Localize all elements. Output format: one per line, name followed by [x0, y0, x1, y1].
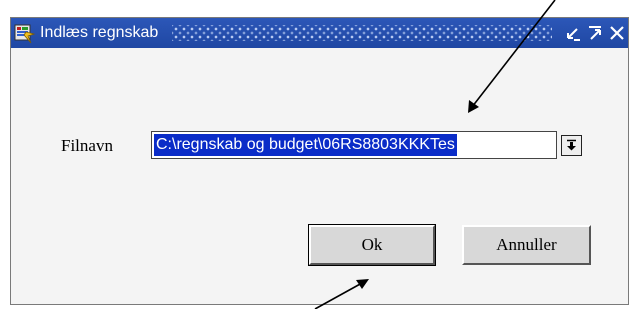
maximize-icon[interactable] — [584, 22, 606, 44]
window-title: Indlæs regnskab — [40, 24, 159, 41]
cancel-button[interactable]: Annuller — [462, 225, 591, 265]
filename-value[interactable]: C:\regnskab og budget\06RS8803KKKTes — [154, 134, 457, 156]
dropdown-arrow-icon[interactable] — [561, 135, 582, 156]
filename-label: Filnavn — [61, 136, 113, 155]
title-bar[interactable]: Indlæs regnskab — [11, 18, 628, 48]
dialog-window: Indlæs regnskab Filnavn C:\regnskab og b… — [10, 17, 629, 305]
close-icon[interactable] — [606, 22, 628, 44]
minimize-icon[interactable] — [562, 22, 584, 44]
app-icon — [14, 22, 36, 44]
ok-button[interactable]: Ok — [308, 224, 436, 266]
filename-input[interactable]: C:\regnskab og budget\06RS8803KKKTes — [151, 131, 557, 159]
title-bar-grip — [172, 25, 552, 41]
